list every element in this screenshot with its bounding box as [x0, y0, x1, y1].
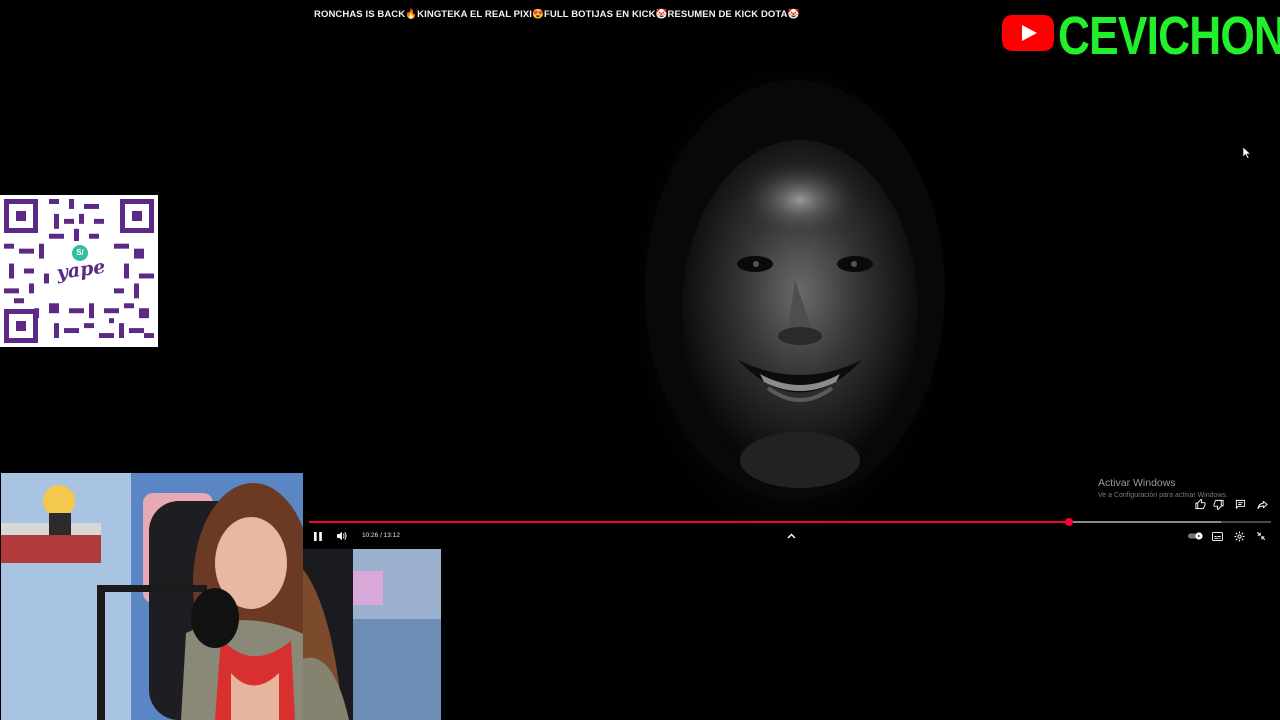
pause-icon	[314, 531, 322, 541]
yape-qr-code: S/ yape	[0, 195, 158, 347]
autoplay-toggle-icon	[1188, 532, 1203, 540]
progress-scrubber[interactable]	[1065, 518, 1073, 526]
share-button[interactable]	[1255, 497, 1269, 511]
volume-icon	[336, 531, 346, 541]
progress-bar[interactable]	[309, 518, 1271, 526]
exit-fullscreen-button[interactable]	[1254, 530, 1268, 542]
comment-button[interactable]	[1233, 497, 1247, 511]
webcam-overlay	[1, 473, 303, 720]
thumbs-up-icon	[1194, 498, 1206, 509]
progress-played	[309, 521, 1069, 523]
mouse-cursor-icon	[1243, 147, 1251, 159]
pause-button[interactable]	[311, 530, 325, 542]
video-title: RONCHAS IS BACK🔥KINGTEKA EL REAL PIXI😍FU…	[314, 9, 800, 20]
share-icon	[1256, 500, 1268, 509]
webcam-overlay-extension	[303, 549, 441, 720]
subtitles-icon	[1211, 531, 1223, 541]
youtube-logo-icon	[1002, 15, 1054, 51]
watermark-subtitle: Ve a Configuración para activar Windows.	[1098, 492, 1228, 499]
yape-wordmark: yape	[55, 255, 107, 285]
streamer-webcam-image	[303, 549, 441, 720]
gear-icon	[1233, 530, 1245, 542]
subtitles-button[interactable]	[1210, 530, 1224, 542]
streamer-webcam-image	[1, 473, 303, 720]
volume-button[interactable]	[334, 530, 348, 542]
yape-logo: S/ yape	[52, 241, 110, 295]
video-frame[interactable]	[600, 40, 980, 540]
watermark-title: Activar Windows	[1098, 477, 1176, 489]
video-face-image	[645, 80, 945, 500]
channel-logo: CEVICHON	[1000, 6, 1280, 66]
dislike-button[interactable]	[1211, 497, 1225, 511]
channel-name: CEVICHON	[1058, 6, 1280, 66]
settings-button[interactable]	[1232, 530, 1246, 542]
qr-finder-pattern	[120, 199, 154, 233]
thumbs-down-icon	[1212, 499, 1224, 510]
comment-icon	[1235, 499, 1245, 509]
chapters-button[interactable]	[784, 530, 798, 542]
exit-fullscreen-icon	[1256, 531, 1266, 541]
like-button[interactable]	[1193, 497, 1207, 511]
windows-activation-watermark: Activar Windows Ve a Configuración para …	[1098, 477, 1228, 499]
qr-finder-pattern	[4, 309, 38, 343]
chevron-up-icon	[787, 533, 795, 539]
qr-finder-pattern	[4, 199, 38, 233]
time-display: 10:26 / 13:12	[362, 532, 400, 539]
autoplay-toggle[interactable]	[1187, 530, 1205, 542]
